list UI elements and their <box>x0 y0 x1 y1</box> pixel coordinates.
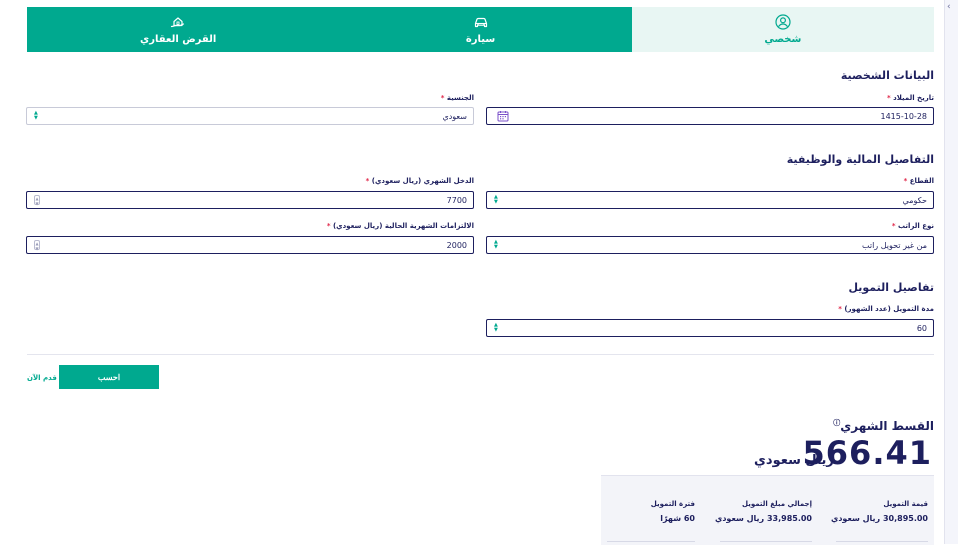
monthly-installment-title: القسط الشهريⓘ <box>833 419 934 433</box>
birth-date-field[interactable]: 1415-10-28 <box>486 107 934 125</box>
financing-summary: قيمة التمويل 30,895.00 ريال سعودي إجمالي… <box>601 475 934 545</box>
user-icon <box>775 14 791 30</box>
section-personal-title: البيانات الشخصية <box>840 69 934 82</box>
number-stepper-icon[interactable]: ▲ ▼ <box>34 240 40 251</box>
sector-value: حكومي <box>902 195 927 205</box>
select-arrows-icon: ▲ ▼ <box>494 322 498 333</box>
financing-period-label: مدة التمويل (عدد الشهور) * <box>838 305 934 313</box>
salary-type-label: نوع الراتب * <box>891 222 934 230</box>
select-arrows-icon: ▲ ▼ <box>494 194 498 205</box>
summary-divider <box>607 541 695 542</box>
monthly-obligations-value: 2000 <box>446 240 467 250</box>
section-financing-title: تفاصيل التمويل <box>848 281 934 294</box>
summary-item-finance-value: قيمة التمويل 30,895.00 ريال سعودي <box>830 500 928 523</box>
tab-mortgage-label: القرض العقاري <box>140 34 217 45</box>
birth-date-value: 1415-10-28 <box>880 111 928 121</box>
tab-car-label: سيارة <box>465 34 496 45</box>
section-financial-title: التفاصيل المالية والوظيفية <box>786 153 934 166</box>
birth-date-label: تاريخ الميلاد * <box>887 94 934 102</box>
sector-label: القطاع * <box>903 177 934 185</box>
summary-item-total-amount: إجمالي مبلغ التمويل 33,985.00 ريال سعودي <box>714 500 812 523</box>
financing-period-select[interactable]: ▲ ▼ 60 <box>486 319 934 337</box>
monthly-income-input[interactable]: ▲ ▼ 7700 <box>26 191 474 209</box>
sector-select[interactable]: ▲ ▼ حكومي <box>486 191 934 209</box>
monthly-obligations-input[interactable]: ▲ ▼ 2000 <box>26 236 474 254</box>
salary-type-select[interactable]: ▲ ▼ من غير تحويل راتب <box>486 236 934 254</box>
monthly-income-label: الدخل الشهري (ريال سعودي) * <box>365 177 474 185</box>
car-icon <box>474 17 487 28</box>
salary-type-value: من غير تحويل راتب <box>862 240 927 250</box>
nationality-value: سعودي <box>442 111 467 121</box>
apply-now-link[interactable]: قدم الآن <box>27 374 57 382</box>
nationality-label: الجنسية * <box>440 94 474 102</box>
tab-mortgage[interactable]: القرض العقاري <box>27 7 330 52</box>
monthly-obligations-label: الالتزامات الشهرية الحالية (ريال سعودي) … <box>326 222 474 230</box>
nationality-select[interactable]: ▲ ▼ سعودي <box>26 107 474 125</box>
product-tabs: شخصي سيارة القرض العقاري <box>27 7 934 52</box>
divider <box>27 354 934 355</box>
summary-divider <box>836 541 928 542</box>
tab-personal-label: شخصي <box>764 34 802 45</box>
calendar-icon[interactable] <box>497 110 509 122</box>
select-arrows-icon: ▲ ▼ <box>494 239 498 250</box>
summary-divider <box>720 541 812 542</box>
monthly-income-value: 7700 <box>446 195 467 205</box>
number-stepper-icon[interactable]: ▲ ▼ <box>34 195 40 206</box>
monthly-installment-currency: ريال سعودي <box>754 453 834 468</box>
calculate-button[interactable]: احسب <box>59 365 159 389</box>
summary-item-period: فترة التمويل 60 شهرًا <box>650 500 695 523</box>
select-arrows-icon: ▲ ▼ <box>34 110 38 121</box>
chevron-left-icon[interactable]: ‹ <box>947 2 951 12</box>
house-hand-icon <box>171 17 185 28</box>
tab-car[interactable]: سيارة <box>329 7 632 52</box>
scrollbar[interactable] <box>944 0 958 544</box>
financing-period-value: 60 <box>916 323 927 333</box>
tab-personal[interactable]: شخصي <box>631 7 934 52</box>
